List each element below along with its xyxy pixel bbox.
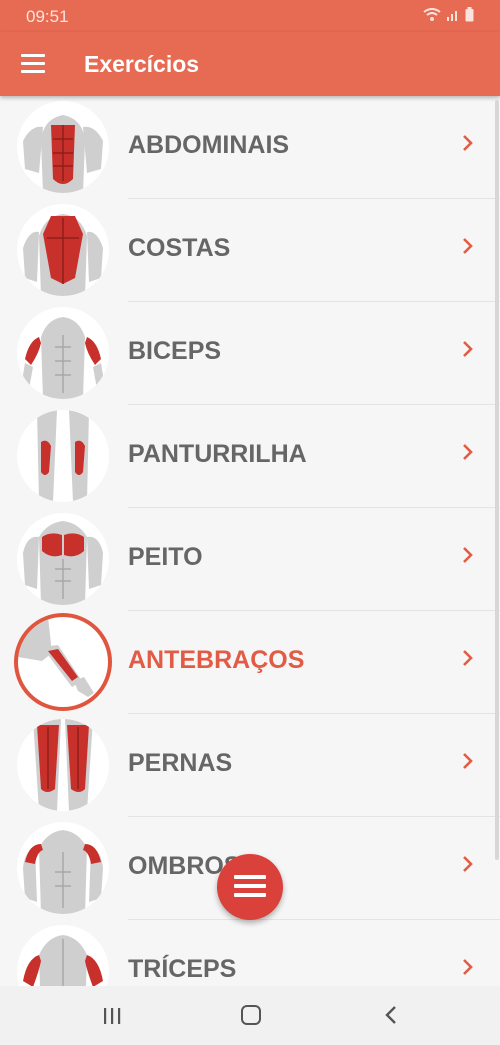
menu-fab-button[interactable] [217,854,283,920]
hamburger-icon[interactable] [21,54,45,74]
chevron-right-icon [463,753,473,769]
exercise-list: ABDOMINAIS COSTAS BICEPS PANTURRILHA PEI… [0,96,500,986]
list-item-label: PERNAS [128,749,233,777]
chevron-right-icon [463,959,473,975]
triceps-muscles-icon [17,925,109,986]
list-item-abdominais[interactable]: ABDOMINAIS [0,96,500,199]
biceps-muscles-icon [17,307,109,399]
home-icon[interactable] [241,1005,261,1025]
back-icon[interactable] [384,1004,398,1026]
chevron-right-icon [463,238,473,254]
chevron-right-icon [463,856,473,872]
menu-fab-icon [234,875,266,902]
scrollbar[interactable] [495,100,499,860]
chevron-right-icon [463,547,473,563]
list-item-label: PANTURRILHA [128,440,307,468]
chevron-right-icon [463,650,473,666]
list-item-label: PEITO [128,543,203,571]
list-item-costas[interactable]: COSTAS [0,199,500,302]
list-item-antebracos[interactable]: ANTEBRAÇOS [0,611,500,714]
app-bar: Exercícios [0,32,500,96]
list-item-pernas[interactable]: PERNAS [0,714,500,817]
battery-icon [465,7,474,22]
list-item-biceps[interactable]: BICEPS [0,302,500,405]
chest-muscles-icon [17,513,109,605]
list-item-label: ABDOMINAIS [128,131,290,159]
list-item-label: BICEPS [128,337,222,365]
wifi-icon [423,7,441,21]
status-time: 09:51 [26,7,69,26]
list-item-label: ANTEBRAÇOS [128,646,305,674]
status-icons [423,7,474,22]
system-nav-bar [0,986,500,1045]
calf-muscles-icon [17,410,109,502]
back-muscles-icon [17,204,109,296]
forearm-muscles-icon [14,613,112,711]
chevron-right-icon [463,444,473,460]
list-item-label: COSTAS [128,234,231,262]
recent-apps-icon[interactable] [102,1007,122,1025]
list-item-panturrilha[interactable]: PANTURRILHA [0,405,500,508]
shoulder-muscles-icon [17,822,109,914]
leg-muscles-icon [17,719,109,811]
list-item-peito[interactable]: PEITO [0,508,500,611]
list-item-label: TRÍCEPS [128,955,237,983]
signal-icon [447,10,457,21]
page-title: Exercícios [84,51,200,77]
status-bar: 09:51 [0,0,500,32]
list-item-triceps[interactable]: TRÍCEPS [0,920,500,986]
abdominal-muscles-icon [17,101,109,193]
chevron-right-icon [463,135,473,151]
chevron-right-icon [463,341,473,357]
